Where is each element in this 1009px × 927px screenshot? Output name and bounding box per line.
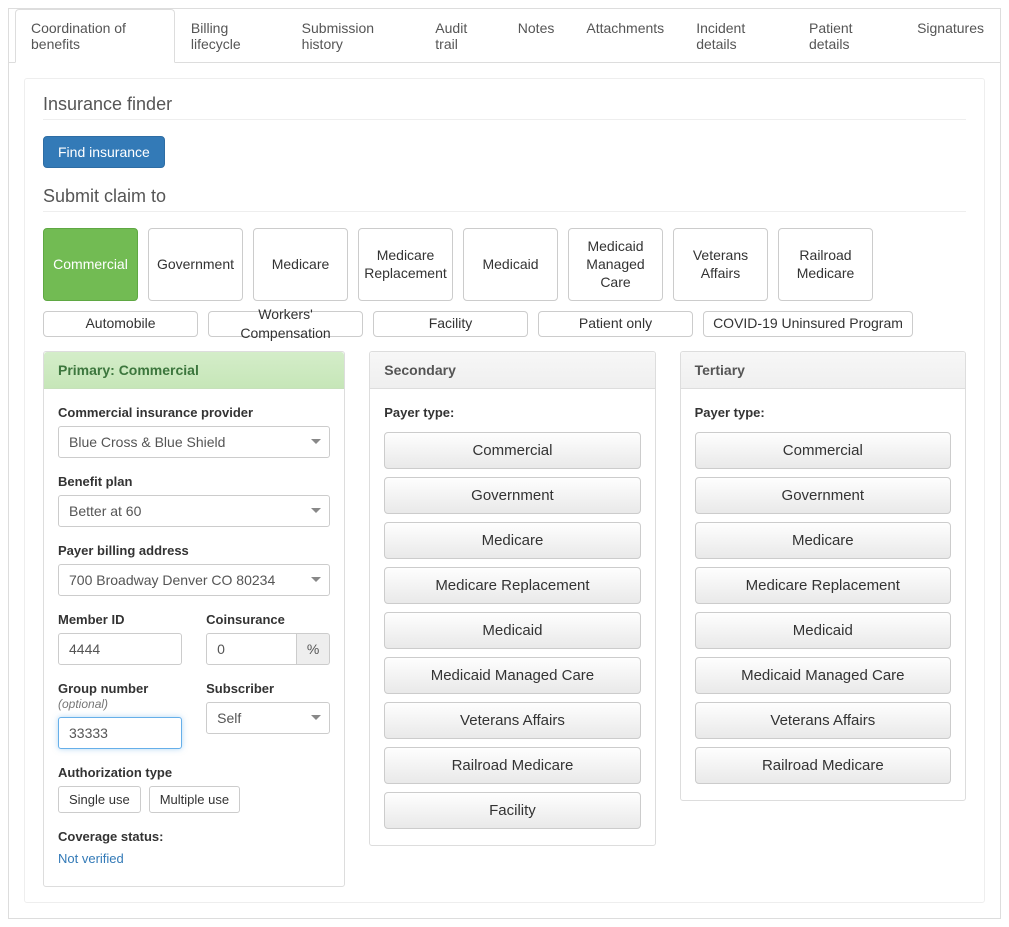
provider-label: Commercial insurance provider	[58, 405, 330, 420]
secondary-payer-facility[interactable]: Facility	[384, 792, 640, 829]
tab-audit-trail[interactable]: Audit trail	[419, 9, 501, 63]
coverage-status-label: Coverage status:	[58, 829, 330, 844]
tertiary-payer-medicaid[interactable]: Medicaid	[695, 612, 951, 649]
secondary-payer-commercial[interactable]: Commercial	[384, 432, 640, 469]
tertiary-payer-railroad-medicare[interactable]: Railroad Medicare	[695, 747, 951, 784]
secondary-payer-medicare-replacement[interactable]: Medicare Replacement	[384, 567, 640, 604]
secondary-payer-medicaid[interactable]: Medicaid	[384, 612, 640, 649]
panel-tertiary-header: Tertiary	[681, 352, 965, 389]
tab-incident-details[interactable]: Incident details	[680, 9, 793, 63]
panel-secondary: Secondary Payer type: Commercial Governm…	[369, 351, 655, 846]
tab-coordination-of-benefits[interactable]: Coordination of benefits	[15, 9, 175, 63]
billing-address-label: Payer billing address	[58, 543, 330, 558]
member-id-label: Member ID	[58, 612, 182, 627]
tab-billing-lifecycle[interactable]: Billing lifecycle	[175, 9, 286, 63]
claim-btn-veterans-affairs[interactable]: Veterans Affairs	[673, 228, 768, 301]
claim-btn-patient-only[interactable]: Patient only	[538, 311, 693, 337]
claim-btn-facility[interactable]: Facility	[373, 311, 528, 337]
claim-btn-government[interactable]: Government	[148, 228, 243, 301]
tertiary-payer-type-label: Payer type:	[695, 405, 951, 420]
tab-submission-history[interactable]: Submission history	[286, 9, 420, 63]
tab-signatures[interactable]: Signatures	[901, 9, 1000, 63]
panel-primary: Primary: Commercial Commercial insurance…	[43, 351, 345, 887]
benefit-plan-label: Benefit plan	[58, 474, 330, 489]
claim-btn-commercial[interactable]: Commercial	[43, 228, 138, 301]
subscriber-select[interactable]: Self	[206, 702, 330, 734]
submit-claim-title: Submit claim to	[43, 186, 966, 207]
claim-btn-automobile[interactable]: Automobile	[43, 311, 198, 337]
panel-primary-header: Primary: Commercial	[44, 352, 344, 389]
claim-btn-workers-compensation[interactable]: Workers' Compensation	[208, 311, 363, 337]
claim-btn-covid-uninsured[interactable]: COVID-19 Uninsured Program	[703, 311, 913, 337]
provider-select[interactable]: Blue Cross & Blue Shield	[58, 426, 330, 458]
tertiary-payer-medicare-replacement[interactable]: Medicare Replacement	[695, 567, 951, 604]
claim-btn-medicaid[interactable]: Medicaid	[463, 228, 558, 301]
authorization-type-label: Authorization type	[58, 765, 330, 780]
tab-attachments[interactable]: Attachments	[570, 9, 680, 63]
group-number-input[interactable]	[58, 717, 182, 749]
panel-tertiary: Tertiary Payer type: Commercial Governme…	[680, 351, 966, 801]
secondary-payer-medicaid-managed-care[interactable]: Medicaid Managed Care	[384, 657, 640, 694]
claim-btn-medicaid-managed-care[interactable]: Medicaid Managed Care	[568, 228, 663, 301]
secondary-payer-type-label: Payer type:	[384, 405, 640, 420]
tertiary-payer-veterans-affairs[interactable]: Veterans Affairs	[695, 702, 951, 739]
subscriber-label: Subscriber	[206, 681, 330, 696]
billing-address-select[interactable]: 700 Broadway Denver CO 80234	[58, 564, 330, 596]
secondary-payer-government[interactable]: Government	[384, 477, 640, 514]
coinsurance-label: Coinsurance	[206, 612, 330, 627]
tertiary-payer-medicaid-managed-care[interactable]: Medicaid Managed Care	[695, 657, 951, 694]
tab-patient-details[interactable]: Patient details	[793, 9, 901, 63]
secondary-payer-veterans-affairs[interactable]: Veterans Affairs	[384, 702, 640, 739]
claim-type-row-1: Commercial Government Medicare Medicare …	[43, 228, 966, 301]
coinsurance-unit: %	[297, 633, 330, 665]
tab-bar: Coordination of benefits Billing lifecyc…	[9, 9, 1000, 63]
coinsurance-input[interactable]	[206, 633, 297, 665]
panel-secondary-header: Secondary	[370, 352, 654, 389]
secondary-payer-medicare[interactable]: Medicare	[384, 522, 640, 559]
tertiary-payer-medicare[interactable]: Medicare	[695, 522, 951, 559]
member-id-input[interactable]	[58, 633, 182, 665]
claim-btn-medicare[interactable]: Medicare	[253, 228, 348, 301]
secondary-payer-railroad-medicare[interactable]: Railroad Medicare	[384, 747, 640, 784]
find-insurance-button[interactable]: Find insurance	[43, 136, 165, 168]
tab-notes[interactable]: Notes	[502, 9, 571, 63]
tertiary-payer-commercial[interactable]: Commercial	[695, 432, 951, 469]
claim-btn-railroad-medicare[interactable]: Railroad Medicare	[778, 228, 873, 301]
benefit-plan-select[interactable]: Better at 60	[58, 495, 330, 527]
coverage-status-value[interactable]: Not verified	[58, 851, 124, 866]
tertiary-payer-government[interactable]: Government	[695, 477, 951, 514]
claim-btn-medicare-replacement[interactable]: Medicare Replacement	[358, 228, 453, 301]
group-number-label: Group number (optional)	[58, 681, 182, 711]
insurance-finder-title: Insurance finder	[43, 94, 966, 115]
claim-type-row-2: Automobile Workers' Compensation Facilit…	[43, 311, 966, 337]
